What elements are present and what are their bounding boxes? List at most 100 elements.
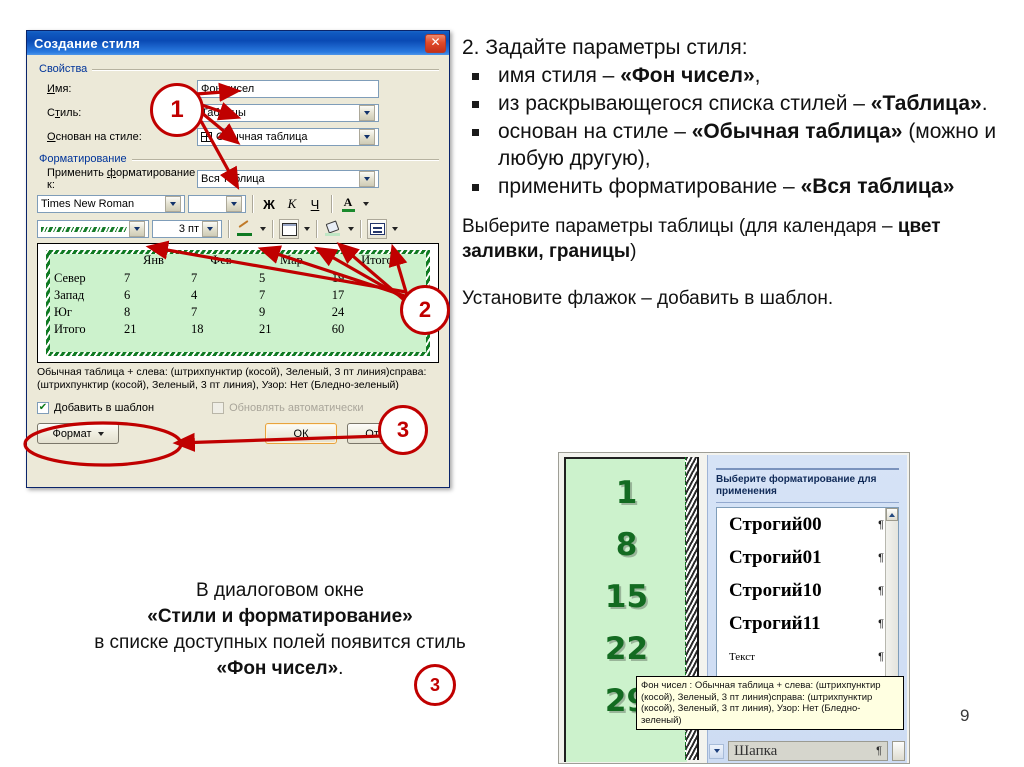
bottom-note-line-3: в списке доступных полей появится стиль — [94, 632, 466, 653]
fill-color-button[interactable] — [323, 219, 343, 239]
format-button[interactable]: Формат — [37, 423, 119, 444]
borders-icon — [281, 222, 297, 236]
chevron-down-icon[interactable] — [392, 227, 398, 231]
close-icon[interactable]: ✕ — [425, 33, 446, 53]
calendar-number: 22 — [604, 631, 649, 667]
add-to-template-checkbox[interactable]: ✔ Добавить в шаблон — [37, 402, 154, 414]
font-name-value: Times New Roman — [41, 198, 135, 210]
style-name: Строгий10 — [729, 579, 822, 601]
cell: 9 — [259, 305, 266, 319]
bold-button[interactable]: Ж — [259, 194, 279, 214]
align-button[interactable] — [367, 219, 387, 239]
checkbox-checked-icon[interactable]: ✔ — [37, 402, 49, 414]
cell: Север — [54, 271, 86, 285]
field-row-name: Имя: Фон чисел — [37, 79, 439, 99]
pilcrow-icon: ¶ — [878, 584, 884, 597]
instructions-panel: 2. Задайте параметры стиля: имя стиля – … — [462, 36, 1014, 311]
scrollbar-thumb[interactable] — [892, 741, 905, 761]
chevron-down-icon[interactable] — [348, 227, 354, 231]
chevron-down-icon[interactable] — [359, 171, 375, 187]
list-item[interactable]: Строгий00 ¶ — [717, 508, 898, 541]
based-on-combo[interactable]: Обычная таблица — [197, 128, 379, 146]
group-divider — [92, 68, 439, 70]
chevron-down-icon[interactable] — [359, 129, 375, 145]
properties-group-header: Свойства — [39, 63, 439, 75]
paragraph-table-params: Выберите параметры таблицы (для календар… — [462, 216, 941, 262]
callout-2: 2 — [400, 285, 450, 335]
name-input-value: Фон чисел — [201, 83, 255, 95]
field-row-based-on: Основан на стиле: Обычная таблица — [37, 127, 439, 147]
apply-to-label: Применить форматирование к: — [47, 167, 196, 191]
apply-to-combo[interactable]: Вся таблица — [197, 170, 379, 188]
style-tooltip: Фон чисел : Обычная таблица + слева: (шт… — [636, 676, 904, 730]
chevron-down-icon[interactable] — [260, 227, 266, 231]
table-header-row: Янв Фев Мар Итого — [50, 250, 426, 270]
pane-toolbar — [716, 458, 899, 470]
border-style-combo[interactable] — [37, 220, 149, 238]
chevron-down-icon[interactable] — [202, 221, 218, 237]
auto-update-checkbox: Обновлять автоматически — [212, 402, 364, 414]
borders-button[interactable] — [279, 219, 299, 239]
preview-col-2: Фев — [210, 252, 232, 267]
chevron-down-icon[interactable] — [709, 743, 724, 759]
toolbar-separator — [360, 220, 361, 238]
chevron-down-icon[interactable] — [363, 202, 369, 206]
font-name-combo[interactable]: Times New Roman — [37, 195, 185, 213]
list-item[interactable]: Шапка ¶ — [728, 741, 888, 761]
formatting-group-label: Форматирование — [39, 153, 127, 165]
cell: 18 — [190, 322, 204, 336]
checkbox-unchecked-icon — [212, 402, 225, 414]
toolbar-separator — [272, 220, 273, 238]
callout-3: 3 — [378, 405, 428, 455]
cell: 21 — [124, 322, 137, 336]
pilcrow-icon: ¶ — [878, 551, 884, 564]
list-item: основан на стиле – «Обычная таблица» (мо… — [462, 118, 1014, 172]
name-input[interactable]: Фон чисел — [197, 80, 379, 98]
list-item[interactable]: Строгий01 ¶ — [717, 541, 898, 574]
style-name: Строгий11 — [729, 612, 821, 634]
chevron-down-icon[interactable] — [359, 105, 375, 121]
border-width-combo[interactable]: 3 пт — [152, 220, 222, 238]
styles-list-scrollbar[interactable] — [885, 508, 898, 681]
font-size-combo[interactable] — [188, 195, 246, 213]
font-toolbar: Times New Roman Ж К Ч A — [37, 194, 439, 214]
chevron-down-icon[interactable] — [304, 227, 310, 231]
pilcrow-icon: ¶ — [876, 745, 882, 757]
cell: Итого — [54, 322, 86, 336]
cell: Юг — [54, 305, 72, 319]
table-icon — [201, 132, 212, 142]
style-type-combo[interactable]: Таблицы — [197, 104, 379, 122]
paragraph-checkbox: Установите флажок – добавить в шаблон. — [462, 288, 834, 309]
dialog-titlebar[interactable]: Создание стиля ✕ — [27, 31, 449, 55]
chevron-down-icon[interactable] — [129, 221, 145, 237]
chevron-down-icon[interactable] — [165, 196, 181, 212]
align-icon — [369, 223, 385, 235]
border-color-pen-button[interactable] — [235, 219, 255, 239]
toolbar-separator — [252, 195, 253, 213]
page-number: 9 — [960, 706, 970, 725]
field-row-apply-to: Применить форматирование к: Вся таблица — [37, 167, 439, 191]
chevron-down-icon[interactable] — [226, 196, 242, 212]
apply-to-value: Вся таблица — [201, 173, 265, 185]
list-item[interactable]: Строгий10 ¶ — [717, 574, 898, 607]
style-type-value: Таблицы — [201, 107, 246, 119]
italic-button[interactable]: К — [282, 194, 302, 214]
toolbar-separator — [228, 220, 229, 238]
cell: 19 — [331, 271, 345, 285]
toolbar-separator — [316, 220, 317, 238]
instructions-heading: 2. Задайте параметры стиля: — [462, 36, 748, 59]
checkbox-row: ✔ Добавить в шаблон Обновлять автоматиче… — [37, 402, 439, 414]
list-item[interactable]: Строгий11 ¶ — [717, 607, 898, 640]
scroll-up-icon[interactable] — [886, 508, 898, 521]
underline-button[interactable]: Ч — [305, 194, 325, 214]
pilcrow-icon: ¶ — [878, 650, 884, 663]
styles-list[interactable]: Строгий00 ¶ Строгий01 ¶ Строгий10 ¶ Стро… — [716, 507, 899, 682]
font-color-letter: A — [343, 195, 353, 209]
list-item[interactable]: Текст ¶ — [717, 640, 898, 673]
font-color-button[interactable]: A — [338, 194, 358, 214]
bottom-note: В диалоговом окне «Стили и форматировани… — [60, 578, 500, 682]
list-item: применить форматирование – «Вся таблица» — [462, 173, 1014, 200]
chevron-down-icon — [97, 431, 104, 436]
ok-button[interactable]: ОК — [265, 423, 337, 444]
bottom-note-line-4: «Фон чисел». — [216, 658, 344, 679]
